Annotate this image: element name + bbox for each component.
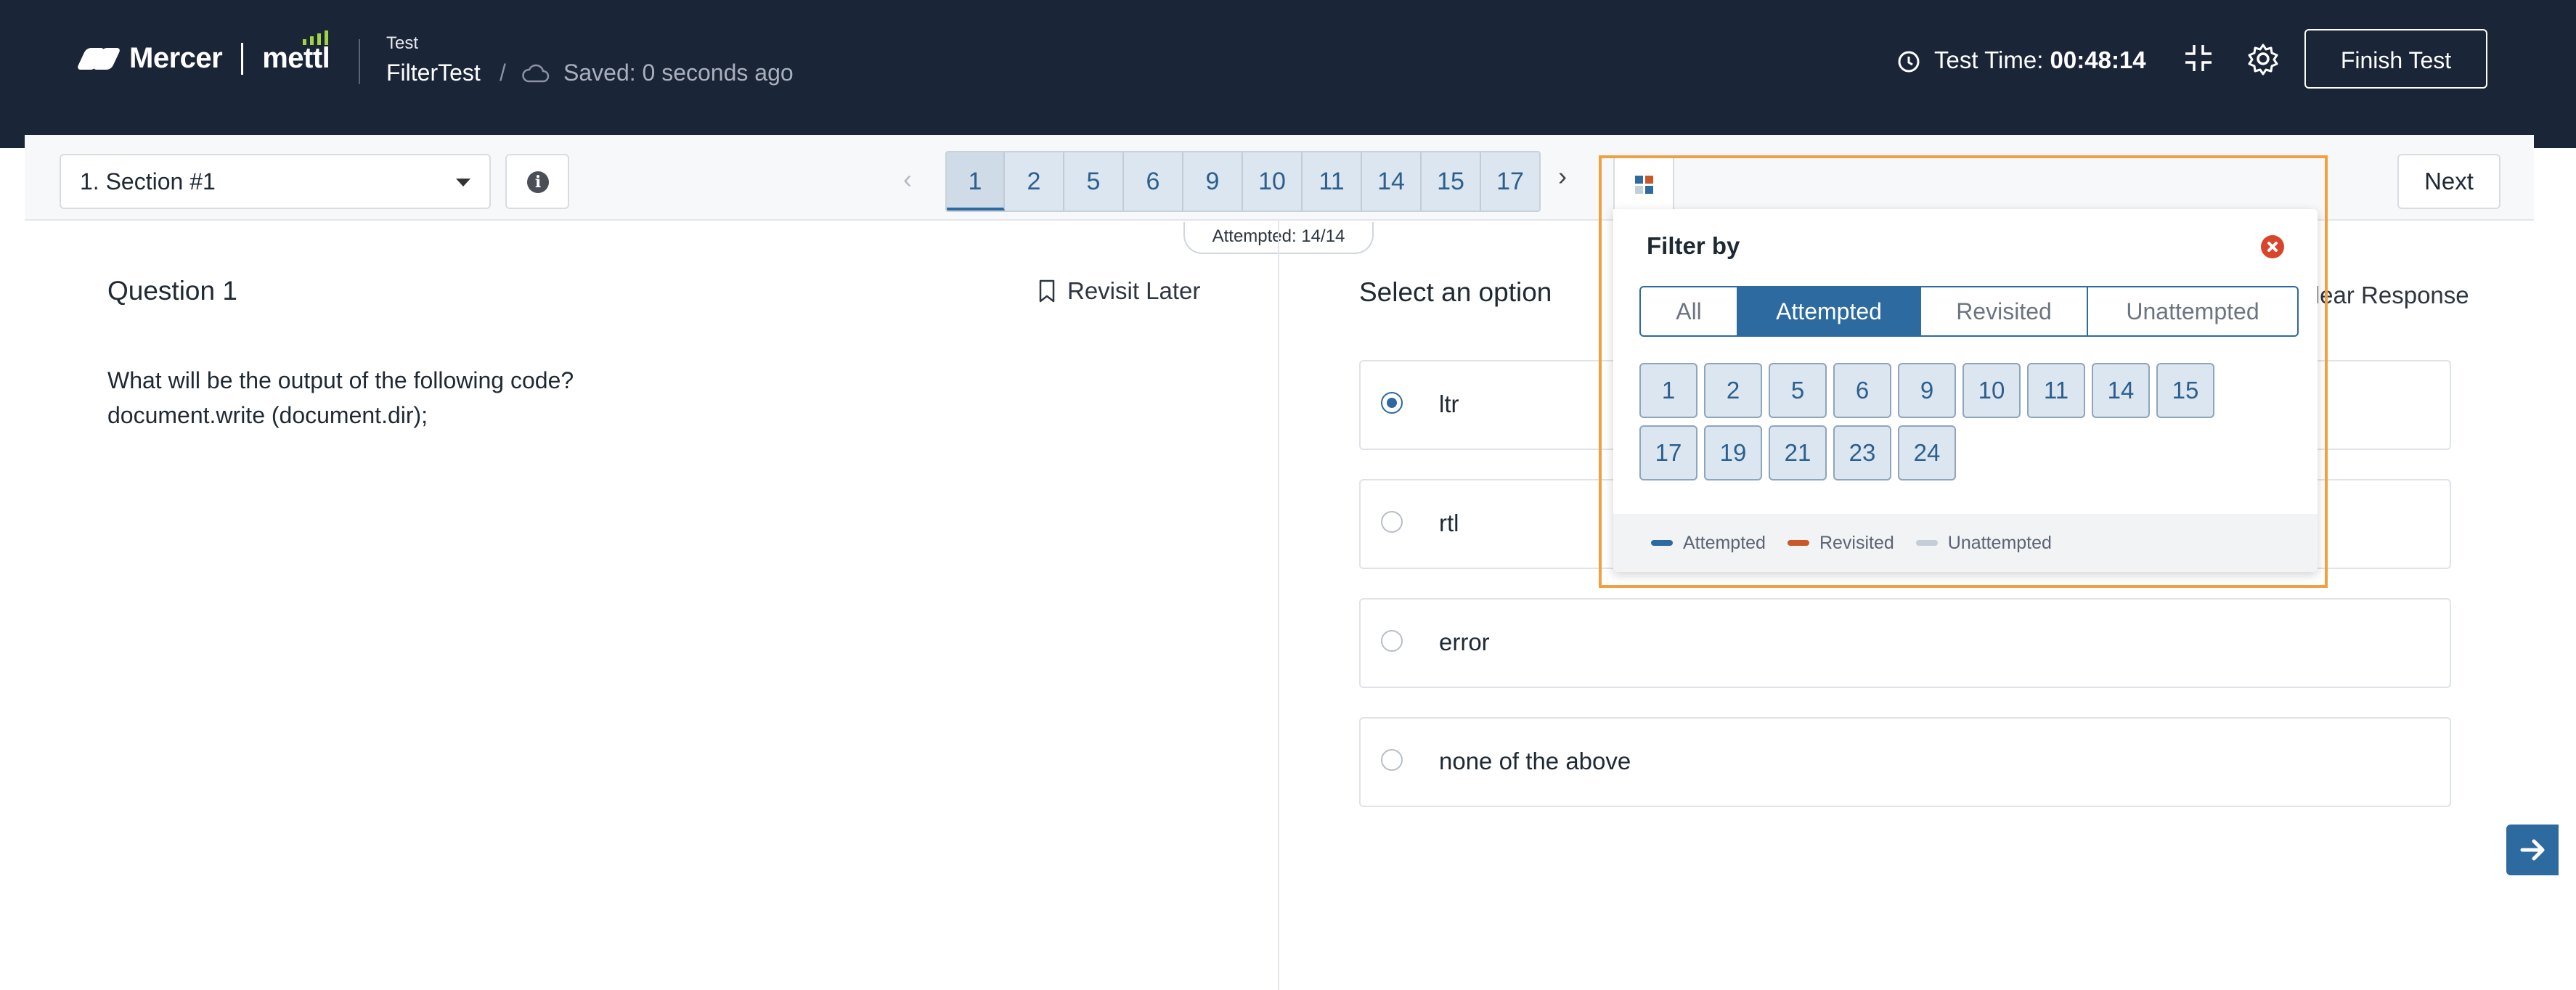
breadcrumb-separator: / [500, 60, 506, 86]
filter-question-item[interactable]: 21 [1769, 425, 1827, 480]
filter-question-item[interactable]: 9 [1898, 363, 1956, 418]
finish-test-button[interactable]: Finish Test [2304, 29, 2487, 89]
filter-question-item[interactable]: 15 [2156, 363, 2214, 418]
question-nav-item[interactable]: 14 [1362, 152, 1422, 210]
close-icon[interactable] [2261, 235, 2284, 258]
filter-question-item[interactable]: 19 [1704, 425, 1762, 480]
chevron-right-icon[interactable]: › [1558, 161, 1567, 192]
section-info-button[interactable]: i [505, 154, 569, 209]
answer-option-label: error [1439, 629, 1490, 655]
filter-question-item[interactable]: 14 [2092, 363, 2150, 418]
filter-question-item[interactable]: 17 [1639, 425, 1697, 480]
filter-popup: Filter by All Attempted Revisited Unattempt… [1613, 209, 2318, 572]
question-nav-item[interactable]: 15 [1422, 152, 1481, 210]
filter-tab[interactable]: Attempted [1738, 287, 1921, 335]
filter-tab[interactable]: All [1641, 287, 1738, 335]
question-nav-item[interactable]: 10 [1243, 152, 1303, 210]
revisit-later-button[interactable]: Revisit Later [1038, 277, 1200, 305]
cloud-icon [522, 64, 550, 83]
pane-divider [1278, 219, 1279, 990]
mercer-brand-text: Mercer [129, 42, 223, 74]
clock-icon [1898, 51, 1920, 73]
mettl-bars-icon [303, 30, 329, 45]
collapse-icon[interactable] [2182, 42, 2214, 74]
title-divider [359, 39, 360, 84]
filter-question-item[interactable]: 6 [1833, 363, 1891, 418]
filter-question-item[interactable]: 23 [1833, 425, 1891, 480]
mettl-logo: mettl [262, 30, 330, 75]
radio-button[interactable] [1381, 749, 1403, 771]
arrow-right-icon [2520, 839, 2545, 861]
saved-status: Saved: 0 seconds ago [563, 60, 794, 86]
legend-label: Revisited [1819, 532, 1894, 553]
answer-option-label: rtl [1439, 510, 1459, 536]
grid-icon [1635, 176, 1643, 184]
question-nav-item[interactable]: 1 [947, 152, 1005, 210]
question-title: Question 1 [107, 276, 237, 306]
legend-item: Unattempted [1915, 532, 2052, 554]
gear-icon[interactable] [2246, 42, 2280, 75]
test-timer: Test Time: 00:48:14 [1934, 46, 2146, 74]
question-text: What will be the output of the following… [107, 363, 574, 433]
answer-heading: Select an option [1359, 277, 1552, 307]
filter-question-item[interactable]: 11 [2027, 363, 2085, 418]
question-code-line: document.write (document.dir); [107, 402, 428, 428]
bookmark-icon [1039, 279, 1055, 303]
section-dropdown-value: 1. Section #1 [80, 168, 216, 195]
legend-item: Attempted [1651, 533, 1766, 554]
logo-divider [241, 42, 244, 75]
answer-option[interactable]: error [1359, 598, 2451, 688]
legend-label: Attempted [1683, 532, 1766, 553]
radio-button[interactable] [1381, 630, 1403, 652]
filter-question-grid: 1 2 5 6 9 10 11 14 15 17 19 21 23 24 [1639, 363, 2264, 480]
question-text-line: What will be the output of the following… [107, 367, 574, 393]
filter-tabs: All Attempted Revisited Unattempted [1639, 286, 2299, 337]
question-nav-item[interactable]: 11 [1303, 152, 1362, 210]
question-navigator: 1 2 5 6 9 10 11 14 15 17 [945, 151, 1541, 212]
filter-tab[interactable]: Unattempted [2088, 287, 2297, 335]
section-dropdown[interactable]: 1. Section #1 [60, 154, 491, 209]
revisit-later-label: Revisit Later [1067, 277, 1201, 304]
test-label: Test [386, 33, 419, 53]
filter-question-item[interactable]: 10 [1962, 363, 2021, 418]
radio-button[interactable] [1381, 392, 1403, 414]
info-icon: i [527, 171, 549, 193]
legend-swatch [1651, 540, 1673, 546]
filter-question-item[interactable]: 2 [1704, 363, 1762, 418]
filter-question-item[interactable]: 24 [1898, 425, 1956, 480]
filter-popup-title: Filter by [1647, 232, 1740, 259]
test-name: FilterTest [386, 60, 481, 86]
answer-option[interactable]: none of the above [1359, 717, 2451, 807]
question-nav-item[interactable]: 17 [1481, 152, 1539, 210]
answer-option-label: none of the above [1439, 748, 1631, 774]
next-button[interactable]: Next [2397, 154, 2500, 209]
side-panel-toggle[interactable] [2506, 825, 2559, 875]
question-nav-item[interactable]: 5 [1064, 152, 1124, 210]
timer-label: Test Time: [1934, 46, 2050, 73]
question-nav-item[interactable]: 9 [1183, 152, 1243, 210]
clear-response-button[interactable]: Clear Response [2297, 282, 2469, 309]
mercer-logo-icon [76, 47, 121, 70]
status-legend: Attempted Revisited Unattempted [1613, 514, 2318, 572]
answer-option-label: ltr [1439, 390, 1459, 417]
filter-question-item[interactable]: 5 [1769, 363, 1827, 418]
chevron-left-icon[interactable]: ‹ [903, 164, 912, 195]
legend-swatch [1915, 540, 1938, 546]
legend-item: Revisited [1787, 532, 1894, 554]
filter-question-item[interactable]: 1 [1639, 363, 1697, 418]
question-nav-item[interactable]: 6 [1124, 152, 1183, 210]
filter-tab[interactable]: Revisited [1921, 287, 2088, 335]
legend-swatch [1787, 540, 1809, 546]
question-grid-button[interactable] [1613, 155, 1674, 209]
chevron-down-icon [456, 179, 470, 187]
brand-logo: Mercer mettl [76, 30, 330, 75]
radio-button[interactable] [1381, 511, 1403, 533]
question-nav-item[interactable]: 2 [1005, 152, 1064, 210]
legend-label: Unattempted [1947, 532, 2052, 553]
mettl-brand-text: mettl [262, 42, 330, 74]
timer-value: 00:48:14 [2050, 46, 2146, 73]
